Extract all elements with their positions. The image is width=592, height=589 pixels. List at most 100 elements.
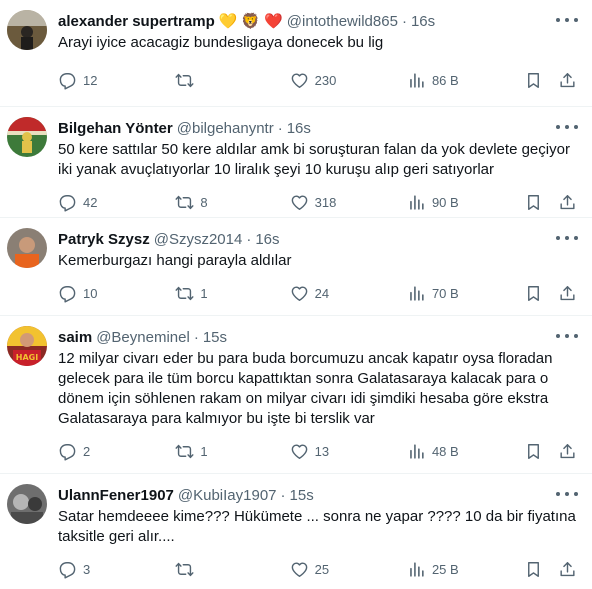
tweet-content: UlannFener1907 @KubiIay1907 · 15s Satar … [58,484,578,589]
timestamp[interactable]: 16s [287,120,311,137]
more-icon[interactable] [556,328,578,344]
views-button[interactable]: 90 B [407,193,524,212]
reply-button[interactable]: 12 [58,71,175,90]
avatar[interactable] [7,10,47,50]
user-handle[interactable]: @intothewild865 [287,13,398,30]
avatar[interactable]: HAGI [7,326,47,366]
user-handle[interactable]: @KubiIay1907 [178,487,277,504]
like-button[interactable]: 230 [290,71,407,90]
avatar-photo-player [7,228,47,268]
retweet-button[interactable]: 8 [175,193,289,212]
retweet-button[interactable]: 1 [175,442,289,461]
like-button[interactable]: 13 [290,442,407,461]
like-button[interactable]: 318 [290,193,407,212]
like-count: 318 [314,194,337,210]
timestamp[interactable]: 15s [290,487,314,504]
reply-button[interactable]: 42 [58,193,175,212]
bookmark-icon [528,443,540,459]
retweet-button[interactable] [175,560,289,579]
share-button[interactable] [558,442,578,461]
tweet-text: Kemerburgazı hangi parayla aldılar [58,252,292,269]
tweet[interactable]: Bilgehan Yönter @bilgehanyntr · 16s 50 k… [0,107,592,218]
like-count: 24 [314,285,330,301]
views-button[interactable]: 70 B [407,284,524,303]
bookmark-button[interactable] [524,71,552,90]
separator-dot: · [280,486,286,504]
retweet-button[interactable]: 1 [175,284,289,303]
separator-dot: · [401,12,407,30]
view-count: 90 B [431,194,459,210]
reply-button[interactable]: 3 [58,560,175,579]
views-button[interactable]: 25 B [407,560,524,579]
bookmark-icon [528,561,540,577]
like-button[interactable]: 24 [290,284,407,303]
views-button[interactable]: 48 B [407,442,524,461]
tweet[interactable]: UlannFener1907 @KubiIay1907 · 15s Satar … [0,474,592,589]
tweet-content: Patryk Szysz @Szysz2014 · 16s Kemerburga… [58,228,578,315]
more-icon[interactable] [556,230,578,246]
timestamp[interactable]: 16s [255,231,279,248]
tweet-content: saim @Beyneminel · 15s 12 milyar civarı … [58,326,578,473]
reply-button[interactable]: 2 [58,442,175,461]
share-button[interactable] [558,193,578,212]
display-name[interactable]: Patryk Szysz [58,231,150,248]
more-icon[interactable] [556,12,578,28]
views-icon [410,194,424,210]
tweet-header: Bilgehan Yönter @bilgehanyntr · 16s [58,117,578,139]
bookmark-button[interactable] [524,284,552,303]
reply-icon [59,72,76,90]
reply-count: 3 [83,561,91,577]
reply-count: 10 [83,285,98,301]
reply-icon [59,561,76,579]
heart-icon [291,72,307,88]
share-icon [560,561,575,576]
badge-emoji: 🦁 [241,13,261,30]
user-handle[interactable]: @Beyneminel [96,329,190,346]
timestamp[interactable]: 16s [411,13,435,30]
user-handle[interactable]: @Szysz2014 [154,231,243,248]
share-button[interactable] [558,560,578,579]
badge-emoji: 💛 [218,13,238,30]
tweet[interactable]: HAGI saim @Beyneminel · 15s 12 milyar ci… [0,316,592,474]
tweet[interactable]: alexander supertramp 💛 🦁 ❤️ @intothewild… [0,0,592,107]
view-count: 48 B [431,443,459,459]
user-handle[interactable]: @bilgehanyntr [177,120,274,137]
avatar[interactable] [7,117,47,157]
tweet-content: alexander supertramp 💛 🦁 ❤️ @intothewild… [58,10,578,106]
tweet-text: Arayi iyice acacagiz bundesligaya donece… [58,34,384,51]
separator-dot: · [193,328,199,346]
display-name[interactable]: Bilgehan Yönter [58,120,173,137]
share-icon [560,72,575,87]
tweet-text: 50 kere sattılar 50 kere aldılar amk bi … [58,141,575,178]
view-count: 70 B [431,285,459,301]
views-button[interactable]: 86 B [407,71,524,90]
retweet-icon [175,73,194,87]
retweet-icon [175,286,194,300]
share-button[interactable] [558,71,578,90]
reply-count: 2 [83,443,91,459]
avatar[interactable] [7,484,47,524]
bookmark-icon [528,194,540,210]
retweet-count: 1 [200,443,208,459]
timestamp[interactable]: 15s [203,329,227,346]
bookmark-button[interactable] [524,442,552,461]
share-button[interactable] [558,284,578,303]
bookmark-button[interactable] [524,193,552,212]
tweet-header: saim @Beyneminel · 15s [58,326,578,348]
tweet[interactable]: Patryk Szysz @Szysz2014 · 16s Kemerburga… [0,218,592,316]
avatar[interactable] [7,228,47,268]
like-button[interactable]: 25 [290,560,407,579]
reply-button[interactable]: 10 [58,284,175,303]
retweet-count: 8 [200,194,208,210]
bookmark-button[interactable] [524,560,552,579]
reply-icon [59,443,76,461]
more-icon[interactable] [556,119,578,135]
display-name[interactable]: UlannFener1907 [58,487,174,504]
action-bar: 10 1 24 70 B [58,283,578,303]
share-icon [560,443,575,458]
display-name[interactable]: alexander supertramp [58,13,215,30]
retweet-button[interactable] [175,71,289,90]
more-icon[interactable] [556,486,578,502]
views-icon [410,285,424,301]
display-name[interactable]: saim [58,329,92,346]
